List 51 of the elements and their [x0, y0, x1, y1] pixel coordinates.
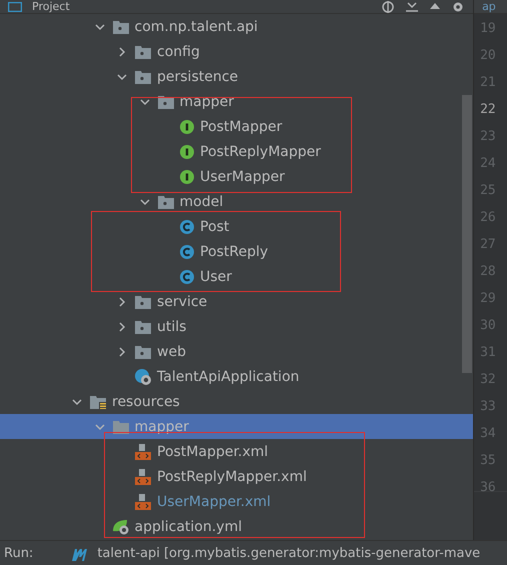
tree-item[interactable]: mapper	[0, 89, 474, 114]
maven-icon	[71, 546, 90, 560]
class-gear-icon	[135, 368, 151, 384]
interface-icon	[180, 170, 194, 184]
folder-icon	[135, 320, 151, 334]
xml-file-icon	[135, 444, 151, 460]
tree-item[interactable]: PostReply	[0, 239, 474, 264]
window-icon	[8, 2, 22, 12]
line-number: 22	[479, 101, 497, 119]
tree-item[interactable]: application.yml	[0, 514, 474, 539]
collapse-icon[interactable]	[405, 0, 420, 12]
class-icon	[180, 270, 194, 284]
folder-icon	[135, 70, 151, 84]
tree-item[interactable]: model	[0, 189, 474, 214]
tree-item[interactable]: TalentApiApplication	[0, 364, 474, 389]
xml-file-icon	[135, 468, 151, 484]
scrollbar[interactable]	[462, 95, 472, 373]
interface-icon	[180, 120, 194, 134]
xml-file-icon	[135, 494, 151, 510]
tree-item[interactable]: Post	[0, 214, 474, 239]
folder-icon	[158, 194, 174, 208]
tree-item[interactable]: User	[0, 264, 474, 289]
tree-item[interactable]: PostReplyMapper.xml	[0, 464, 474, 489]
folder-icon	[158, 94, 174, 108]
run-label: Run:	[4, 546, 34, 561]
interface-icon	[180, 144, 194, 158]
target-icon[interactable]	[381, 0, 396, 12]
tree-item[interactable]: web	[0, 339, 474, 364]
folder-icon	[135, 44, 151, 58]
tree-item[interactable]: config	[0, 39, 474, 64]
tree-item[interactable]: PostMapper.xml	[0, 439, 474, 464]
folder-icon	[112, 420, 128, 434]
tree-item[interactable]: UserMapper	[0, 164, 474, 189]
tree-item[interactable]: PostMapper	[0, 114, 474, 139]
tree-item[interactable]: service	[0, 289, 474, 314]
resources-folder-icon	[90, 394, 106, 408]
tree-item[interactable]: utils	[0, 314, 474, 339]
folder-icon	[135, 294, 151, 308]
class-icon	[180, 244, 194, 258]
run-configuration-tab[interactable]: talent-api [org.mybatis.generator:mybatis-generator-mave	[97, 546, 480, 561]
tree-item[interactable]: persistence	[0, 64, 474, 89]
tree-item[interactable]: UserMapper.xml	[0, 489, 474, 514]
leaf-gear-icon	[112, 518, 128, 534]
tree-item[interactable]: PostReplyMapper	[0, 139, 474, 164]
folder-icon	[135, 344, 151, 358]
tree-item[interactable]: resources	[0, 389, 474, 414]
folder-icon	[112, 20, 128, 34]
class-icon	[180, 220, 194, 234]
settings-icon[interactable]	[451, 0, 466, 12]
tree-item[interactable]: com.np.talent.api	[0, 14, 474, 39]
panel-title[interactable]: Project	[32, 0, 70, 13]
